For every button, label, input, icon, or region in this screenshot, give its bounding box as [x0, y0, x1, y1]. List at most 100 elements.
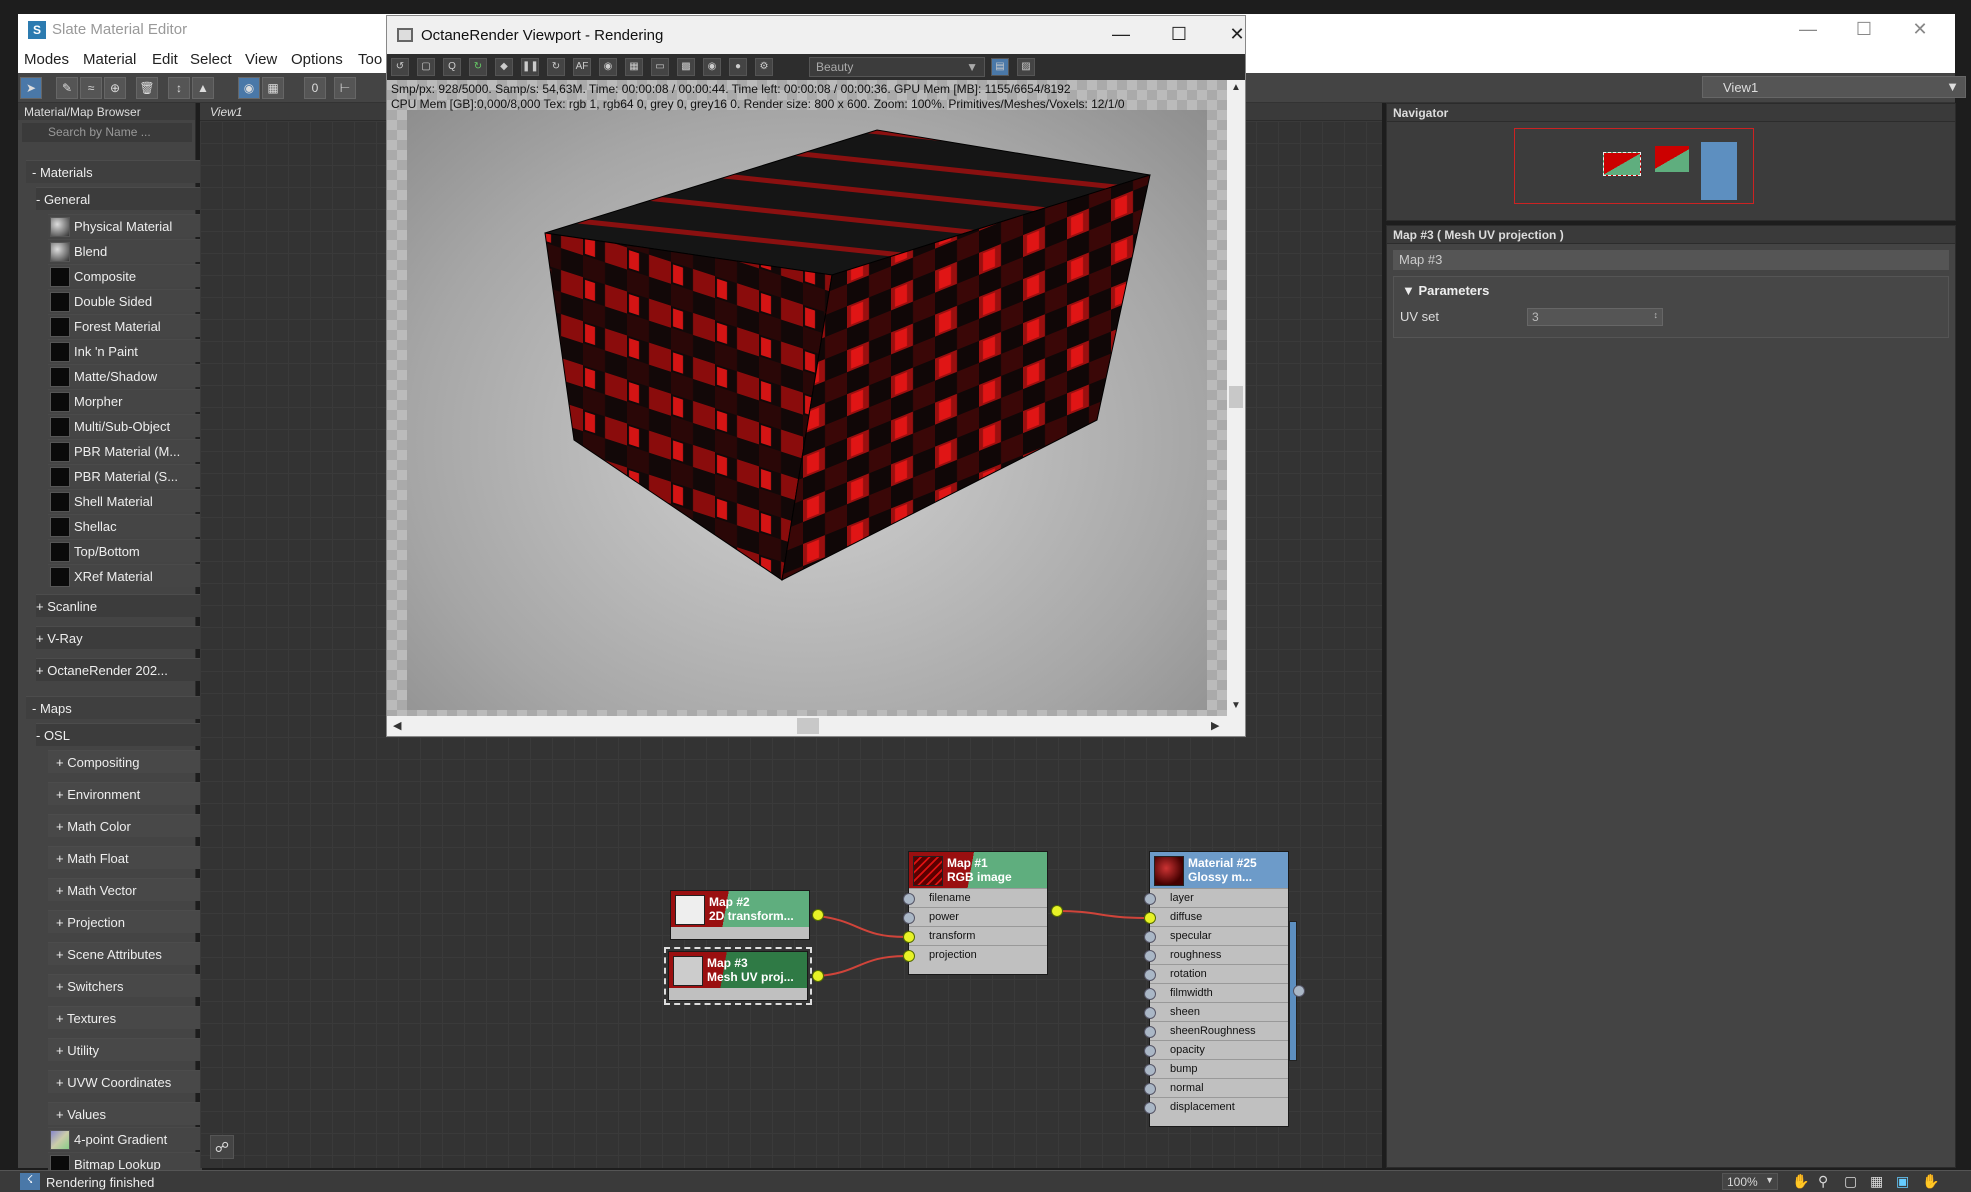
view-selector[interactable]: View1 ▼: [1702, 76, 1966, 98]
osl-category[interactable]: + Math Vector: [48, 878, 202, 901]
node-map3-output-socket[interactable]: [812, 970, 824, 982]
slot-specular[interactable]: specular: [1144, 926, 1288, 945]
node-material25-output-socket[interactable]: [1293, 985, 1305, 997]
horizontal-scroll-thumb[interactable]: [797, 718, 819, 734]
material-item[interactable]: Shellac: [48, 514, 202, 537]
render-pass-select[interactable]: Beauty ▼: [809, 57, 985, 77]
slot-power[interactable]: power: [903, 907, 1047, 926]
menu-material[interactable]: Material: [83, 51, 136, 68]
material-item[interactable]: Multi/Sub-Object: [48, 414, 202, 437]
menu-tools[interactable]: Too: [358, 51, 382, 68]
input-socket[interactable]: [1144, 912, 1156, 924]
group-osl[interactable]: - OSL: [36, 723, 202, 746]
node-map2-output-socket[interactable]: [812, 909, 824, 921]
osl-category[interactable]: + Math Float: [48, 846, 202, 869]
osl-category[interactable]: + Switchers: [48, 974, 202, 997]
layout-icon[interactable]: 0: [304, 77, 326, 99]
zoom-region-icon[interactable]: ▢: [1844, 1173, 1857, 1190]
input-socket[interactable]: [1144, 969, 1156, 981]
slot-roughness[interactable]: roughness: [1144, 945, 1288, 964]
parameters-header[interactable]: ▼ Parameters: [1402, 283, 1489, 298]
menu-view[interactable]: View: [245, 51, 277, 68]
zoom-icon[interactable]: Q: [443, 58, 461, 76]
copy-icon[interactable]: ▢: [417, 58, 435, 76]
input-socket[interactable]: [1144, 1064, 1156, 1076]
group-general[interactable]: - General: [36, 187, 202, 210]
slot-transform[interactable]: transform: [903, 926, 1047, 945]
osl-category[interactable]: + Math Color: [48, 814, 202, 837]
slot-opacity[interactable]: opacity: [1144, 1040, 1288, 1059]
osl-category[interactable]: + Compositing: [48, 750, 202, 773]
navigator-minimap[interactable]: [1387, 122, 1955, 220]
scroll-up-icon[interactable]: ▲: [1231, 82, 1241, 93]
material-item[interactable]: Physical Material: [48, 214, 202, 237]
menu-select[interactable]: Select: [190, 51, 232, 68]
input-socket[interactable]: [1144, 931, 1156, 943]
slot-sheen[interactable]: sheen: [1144, 1002, 1288, 1021]
slot-projection[interactable]: projection: [903, 945, 1047, 964]
scroll-down-icon[interactable]: ▼: [1231, 700, 1241, 711]
material-item[interactable]: Composite: [48, 264, 202, 287]
select-tool-icon[interactable]: ➤: [20, 77, 42, 99]
menu-edit[interactable]: Edit: [152, 51, 178, 68]
input-socket[interactable]: [1144, 950, 1156, 962]
material-item[interactable]: Top/Bottom: [48, 539, 202, 562]
pick-material-icon[interactable]: ✎: [56, 77, 78, 99]
material-item[interactable]: Shell Material: [48, 489, 202, 512]
zoom-select[interactable]: 100% ▼: [1722, 1173, 1778, 1190]
region-icon[interactable]: ▦: [625, 58, 643, 76]
node-map1-output-socket[interactable]: [1051, 905, 1063, 917]
material-item[interactable]: Matte/Shadow: [48, 364, 202, 387]
horizontal-scrollbar[interactable]: ◀ ▶: [387, 716, 1227, 736]
osl-category[interactable]: + Environment: [48, 782, 202, 805]
material-item[interactable]: PBR Material (S...: [48, 464, 202, 487]
node-map3[interactable]: Map #3 Mesh UV proj...: [664, 947, 812, 1005]
group-materials[interactable]: - Materials: [26, 160, 202, 183]
display-icon[interactable]: ▭: [651, 58, 669, 76]
input-socket[interactable]: [1144, 1083, 1156, 1095]
collapsed-group[interactable]: + OctaneRender 202...: [36, 658, 202, 681]
settings-icon[interactable]: ⚙: [755, 58, 773, 76]
menu-options[interactable]: Options: [291, 51, 343, 68]
frame-all-icon[interactable]: ▣: [1896, 1173, 1909, 1190]
zoom-icon[interactable]: ⚲: [1818, 1173, 1828, 1190]
octane-minimize-button[interactable]: —: [1097, 22, 1145, 48]
color-picker-icon[interactable]: ◉: [599, 58, 617, 76]
input-socket[interactable]: [1144, 1026, 1156, 1038]
film-icon[interactable]: ◉: [703, 58, 721, 76]
material-item[interactable]: Morpher: [48, 389, 202, 412]
vertical-scroll-thumb[interactable]: [1229, 386, 1243, 408]
pause-icon[interactable]: ❚❚: [521, 58, 539, 76]
map-name-field[interactable]: Map #3: [1393, 250, 1949, 270]
background-icon[interactable]: ▦: [262, 77, 284, 99]
input-socket[interactable]: [1144, 1045, 1156, 1057]
refresh-icon[interactable]: ↻: [547, 58, 565, 76]
lock-icon[interactable]: ◆: [495, 58, 513, 76]
scroll-left-icon[interactable]: ◀: [393, 719, 401, 732]
slot-sheenroughness[interactable]: sheenRoughness: [1144, 1021, 1288, 1040]
assign-material-icon[interactable]: ≈: [80, 77, 102, 99]
layout-children-icon[interactable]: ⊢: [334, 77, 356, 99]
send-scene-icon[interactable]: ↺: [391, 58, 409, 76]
restart-icon[interactable]: ↻: [469, 58, 487, 76]
move-children-icon[interactable]: ↕: [168, 77, 190, 99]
slot-displacement[interactable]: displacement: [1144, 1097, 1288, 1116]
node-material25[interactable]: Material #25 Glossy m... layer diffuse spe…: [1144, 851, 1289, 1127]
put-to-scene-icon[interactable]: ⊕: [104, 77, 126, 99]
frame-selected-icon[interactable]: ▦: [1870, 1173, 1883, 1190]
hand-pan-icon[interactable]: ✋: [1922, 1173, 1939, 1190]
render-icon[interactable]: ●: [729, 58, 747, 76]
maximize-button[interactable]: ☐: [1836, 14, 1892, 45]
uv-set-spinner[interactable]: 3 ↕: [1527, 308, 1663, 326]
spinner-arrows-icon[interactable]: ↕: [1654, 310, 1659, 320]
autofocus-icon[interactable]: AF: [573, 58, 591, 76]
pan-icon[interactable]: ✋: [1792, 1173, 1809, 1190]
hide-icon[interactable]: ▲: [192, 77, 214, 99]
slot-normal[interactable]: normal: [1144, 1078, 1288, 1097]
osl-category[interactable]: + Projection: [48, 910, 202, 933]
map-item[interactable]: 4-point Gradient: [48, 1127, 202, 1150]
tab-view1[interactable]: View1: [210, 105, 242, 119]
slot-diffuse[interactable]: diffuse: [1144, 907, 1288, 926]
close-button[interactable]: ✕: [1892, 14, 1948, 45]
render-canvas[interactable]: Smp/px: 928/5000. Samp/s: 54,63M. Time: …: [387, 80, 1227, 716]
